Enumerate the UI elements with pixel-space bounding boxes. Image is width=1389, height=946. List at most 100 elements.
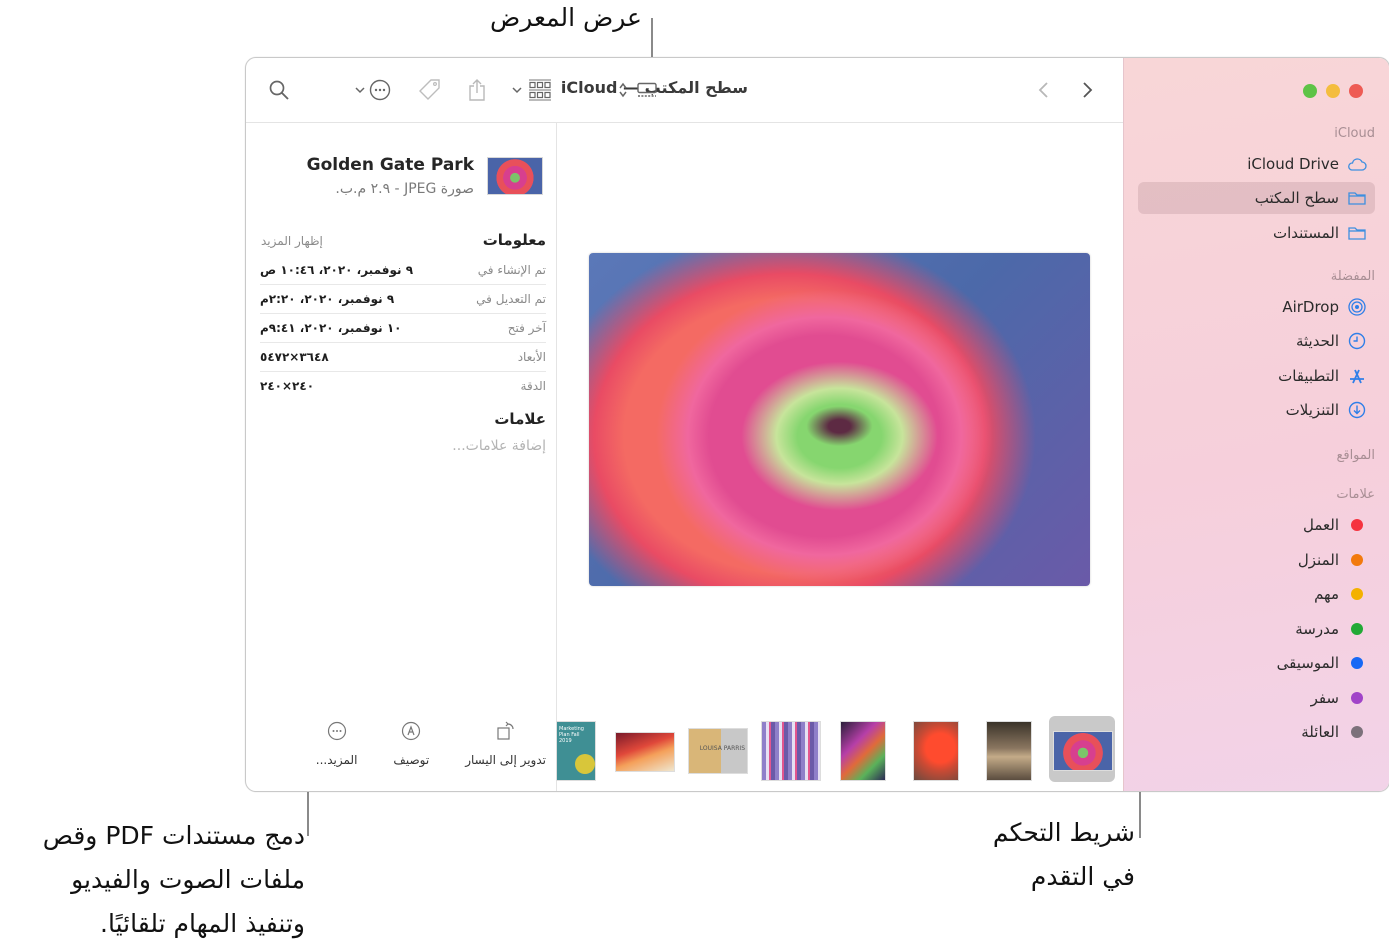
thumbnail-flower[interactable] [1053, 731, 1113, 771]
sidebar-item-icloud-drive[interactable]: iCloud Drive [1138, 148, 1375, 180]
thumbnail-abstract-gradient[interactable] [615, 732, 675, 772]
tags-heading: علامات [494, 410, 546, 428]
info-value: ٩ نوفمبر، ٢٠٢٠، ١٠:٤٦ ص [260, 263, 414, 277]
gallery-preview-image[interactable] [589, 253, 1090, 586]
tag-icon [419, 79, 440, 100]
callout-quick-actions: دمج مستندات PDF وقص ملفات الصوت والفيديو… [0, 814, 305, 946]
sidebar-item-applications[interactable]: التطبيقات [1138, 360, 1375, 392]
sidebar-item-label: AirDrop [1282, 298, 1339, 316]
callout-line-3: وتنفيذ المهام تلقائيًا. [100, 909, 305, 938]
sidebar-section-locations[interactable]: المواقع [1336, 448, 1375, 463]
chevron-down-icon [355, 87, 365, 94]
file-thumbnail [487, 157, 543, 195]
sidebar-tag-item[interactable]: العائلة [1138, 716, 1375, 748]
sidebar-tag-item[interactable]: مدرسة [1138, 613, 1375, 645]
sidebar-item-label: المنزل [1297, 550, 1339, 569]
group-grid-icon [529, 79, 551, 101]
tag-color-dot-icon [1351, 588, 1363, 600]
sidebar-item-label: المستندات [1272, 224, 1339, 242]
sidebar-item-label: مدرسة [1295, 619, 1339, 638]
airdrop-icon [1347, 297, 1367, 317]
sidebar-tag-item[interactable]: العمل [1138, 509, 1375, 541]
sidebar-item-label: مهم [1314, 585, 1339, 603]
more-circle-icon [327, 719, 347, 743]
sidebar-tag-item[interactable]: مهم [1138, 578, 1375, 610]
share-icon [469, 79, 485, 101]
thumbnail-circle-shape [575, 754, 595, 774]
show-more-link[interactable]: إظهار المزيد [261, 234, 323, 248]
markup-icon [401, 719, 421, 743]
thumbnail-cyclists-road[interactable] [986, 721, 1032, 781]
action-label: تدوير إلى اليسار [465, 753, 546, 767]
gallery-scrubber[interactable]: LOUISA PARRIS Marketing Plan Fall 2019 [556, 708, 1123, 791]
tag-color-dot-icon [1351, 519, 1363, 531]
tag-color-dot-icon [1351, 657, 1363, 669]
action-label: توصيف [393, 753, 430, 767]
sidebar-item-label: الحديثة [1295, 332, 1339, 350]
sidebar-item-label: iCloud Drive [1247, 155, 1339, 173]
sidebar: iCloud iCloud Drive سطح المكتب المستندات… [1123, 58, 1389, 791]
sidebar-tag-item[interactable]: سفر [1138, 682, 1375, 714]
sidebar-tag-item[interactable]: المنزل [1138, 544, 1375, 576]
forward-button[interactable] [1081, 78, 1093, 102]
info-key: الأبعاد [517, 350, 546, 364]
chevron-left-icon [1038, 82, 1048, 98]
thumbnail-louisa-parris[interactable]: LOUISA PARRIS [688, 728, 748, 774]
clock-icon [1347, 331, 1367, 351]
callout-gallery-view: عرض المعرض [490, 3, 642, 32]
sidebar-item-label: سطح المكتب [1254, 189, 1339, 207]
info-key: الدقة [520, 379, 546, 393]
sidebar-item-label: العمل [1302, 516, 1339, 534]
sidebar-item-downloads[interactable]: التنزيلات [1138, 394, 1375, 426]
info-heading: معلومات [482, 231, 546, 249]
add-tags-field[interactable]: إضافة علامات... [452, 438, 546, 454]
sidebar-item-airdrop[interactable]: AirDrop [1138, 291, 1375, 323]
search-button[interactable] [268, 78, 290, 102]
info-row-modified: تم التعديل في ٩ نوفمبر، ٢٠٢٠، ٢:٢٠م [260, 285, 546, 314]
info-value: ٢٤٠×٢٤٠ [260, 379, 315, 393]
tag-color-dot-icon [1351, 691, 1363, 704]
thumbnail-marketing-plan[interactable]: Marketing Plan Fall 2019 [556, 721, 596, 781]
tag-button[interactable] [418, 78, 442, 102]
info-row-resolution: الدقة ٢٤٠×٢٤٠ [260, 372, 546, 400]
info-row-dimensions: الأبعاد ٣٦٤٨×٥٤٧٢ [260, 343, 546, 372]
window-controls [1303, 84, 1363, 98]
gallery-view-icon [637, 82, 657, 97]
back-button[interactable] [1038, 78, 1050, 102]
group-button[interactable] [512, 78, 552, 102]
more-actions-button[interactable]: المزيد... [315, 719, 358, 767]
thumbnail-striped-lights[interactable] [761, 721, 821, 781]
info-value: ٣٦٤٨×٥٤٧٢ [260, 350, 329, 364]
callout-line-1: شريط التحكم [992, 818, 1135, 847]
up-down-chevron-icon [619, 82, 627, 98]
sidebar-item-desktop[interactable]: سطح المكتب [1138, 182, 1375, 214]
action-button[interactable] [355, 78, 391, 102]
minimize-button[interactable] [1326, 84, 1340, 98]
chevron-right-icon [1083, 82, 1093, 98]
callout-line-1: دمج مستندات PDF وقص [42, 821, 305, 850]
close-button[interactable] [1349, 84, 1363, 98]
thumbnail-red-hand[interactable] [913, 721, 959, 781]
thumbnail-text: Marketing Plan Fall 2019 [559, 726, 584, 744]
markup-button[interactable]: توصيف [393, 719, 429, 767]
thumbnail-text: LOUISA PARRIS [699, 745, 745, 752]
info-key: آخر فتح [507, 321, 546, 335]
sidebar-tag-item[interactable]: الموسيقى [1138, 647, 1375, 679]
zoom-button[interactable] [1303, 84, 1317, 98]
sidebar-item-recents[interactable]: الحديثة [1138, 325, 1375, 357]
info-row-created: تم الإنشاء في ٩ نوفمبر، ٢٠٢٠، ١٠:٤٦ ص [260, 256, 546, 285]
action-label: المزيد... [315, 753, 358, 767]
callout-line-2: ملفات الصوت والفيديو [71, 865, 305, 894]
view-options-button[interactable] [618, 78, 658, 102]
sidebar-item-label: التطبيقات [1278, 367, 1339, 385]
sidebar-item-label: التنزيلات [1285, 401, 1339, 419]
sidebar-section-favorites: المفضلة [1330, 269, 1375, 284]
rotate-left-button[interactable]: تدوير إلى اليسار [465, 719, 546, 767]
quick-actions: تدوير إلى اليسار توصيف المزيد... [246, 719, 556, 767]
sidebar-item-documents[interactable]: المستندات [1138, 217, 1375, 249]
file-kind-size: صورة JPEG - ٢.٩ م.ب. [335, 181, 474, 197]
rotate-left-icon [496, 719, 516, 743]
share-button[interactable] [467, 78, 487, 102]
finder-window: iCloud iCloud Drive سطح المكتب المستندات… [245, 57, 1389, 792]
thumbnail-neon-portrait[interactable] [840, 721, 886, 781]
